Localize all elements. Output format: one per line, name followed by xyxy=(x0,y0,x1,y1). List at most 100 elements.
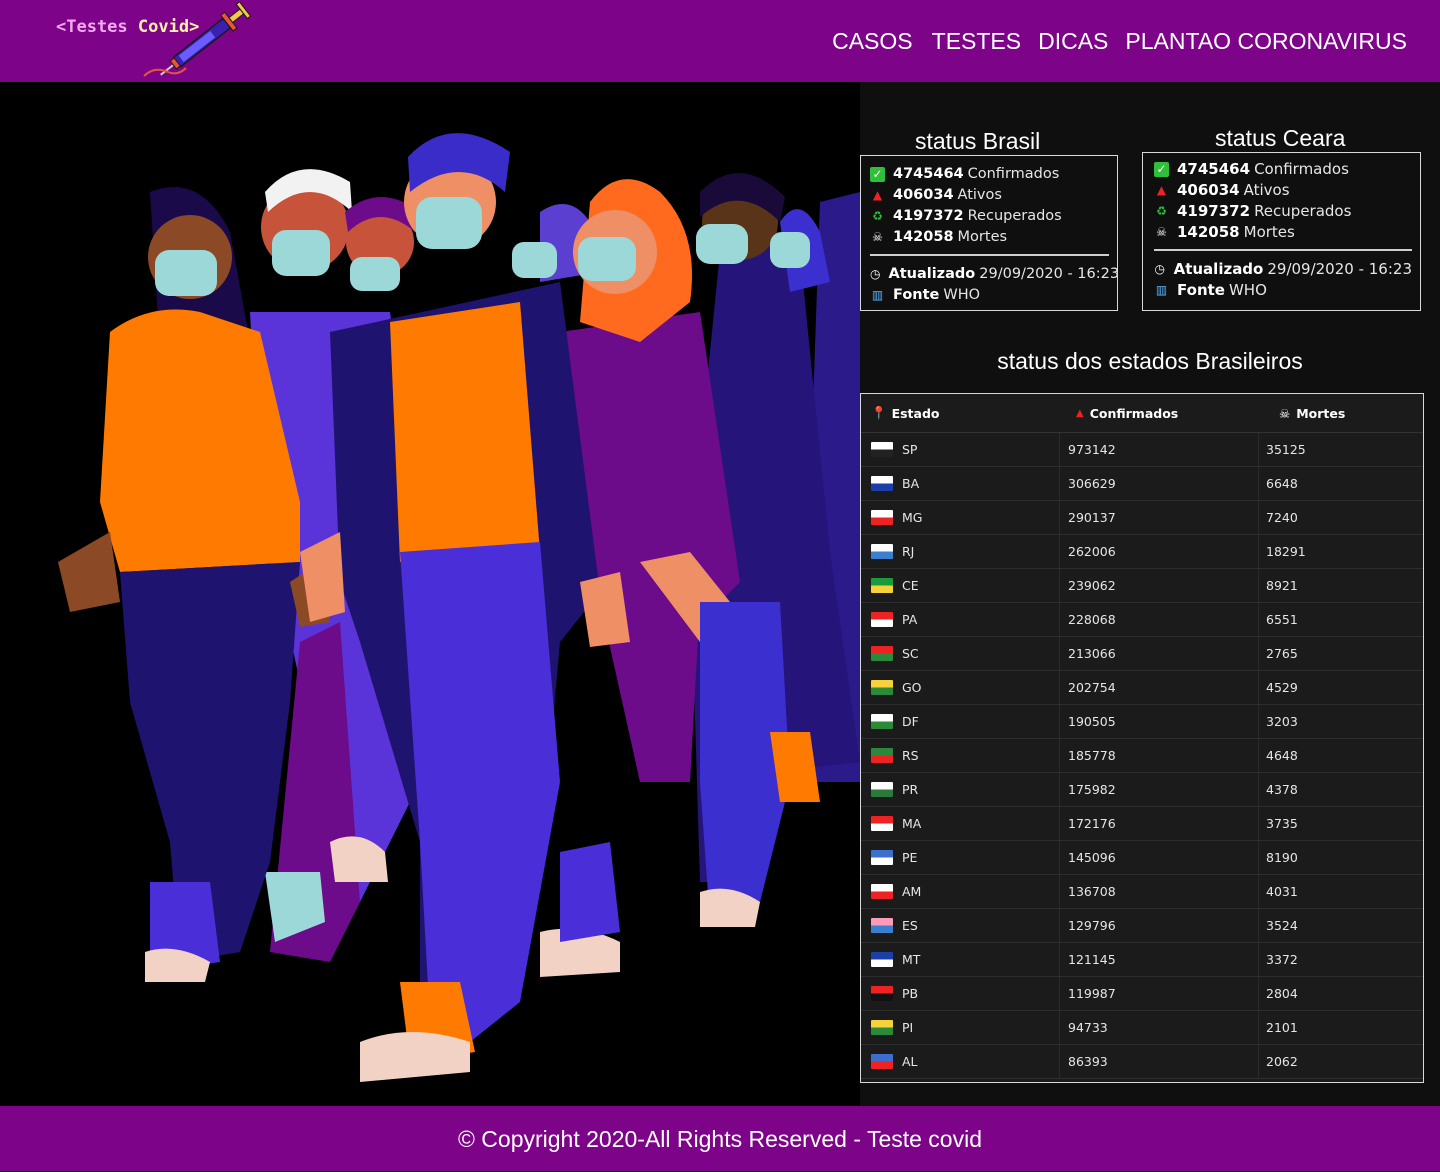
status-ceara-card: ✓ 4745464 Confirmados ▲ 406034 Ativos ♻ 41973… xyxy=(1142,152,1421,311)
table-row[interactable]: BA 306629 6648 xyxy=(861,467,1423,501)
confirmed-row: ✓ 4745464 Confirmados xyxy=(1154,159,1412,180)
deaths-cell: 3203 xyxy=(1266,714,1298,729)
deaths-cell: 18291 xyxy=(1266,544,1306,559)
state-code: SC xyxy=(902,646,919,661)
active-row: ▲ 406034 Ativos xyxy=(870,185,1109,206)
nav-link-plantao[interactable]: PLANTAO CORONAVIRUS xyxy=(1125,27,1407,55)
state-flag-icon xyxy=(871,612,893,627)
confirmed-cell: 228068 xyxy=(1060,603,1259,636)
crowd-masked-people-illustration xyxy=(58,133,860,1082)
deaths-cell: 2062 xyxy=(1266,1054,1298,1069)
deaths-cell: 4031 xyxy=(1266,884,1298,899)
table-row[interactable]: MG 290137 7240 xyxy=(861,501,1423,535)
deaths-cell: 4529 xyxy=(1266,680,1298,695)
divider xyxy=(870,254,1109,256)
table-row[interactable]: SP 973142 35125 xyxy=(861,433,1423,467)
table-row[interactable]: DF 190505 3203 xyxy=(861,705,1423,739)
state-code: PA xyxy=(902,612,918,627)
state-flag-icon xyxy=(871,680,893,695)
state-flag-icon xyxy=(871,646,893,661)
hero-illustration xyxy=(0,82,860,1106)
deaths-cell: 4648 xyxy=(1266,748,1298,763)
table-row[interactable]: CE 239062 8921 xyxy=(861,569,1423,603)
copyright-text: © Copyright 2020-All Rights Reserved - T… xyxy=(457,1126,983,1152)
state-code: GO xyxy=(902,680,922,695)
table-row[interactable]: SC 213066 2765 xyxy=(861,637,1423,671)
table-row[interactable]: PE 145096 8190 xyxy=(861,841,1423,875)
clock-icon: ◷ xyxy=(870,267,881,281)
site-logo[interactable]: <Testes Covid> xyxy=(56,2,266,78)
state-flag-icon xyxy=(871,442,893,457)
state-cell: PI xyxy=(861,1011,1060,1044)
table-row[interactable]: ES 129796 3524 xyxy=(861,909,1423,943)
state-cell: AL xyxy=(861,1045,1060,1078)
deaths-cell: 3735 xyxy=(1266,816,1298,831)
table-row[interactable]: PA 228068 6551 xyxy=(861,603,1423,637)
state-code: SP xyxy=(902,442,918,457)
bar-chart-icon: ▥ xyxy=(871,288,884,302)
state-flag-icon xyxy=(871,1054,893,1069)
state-flag-icon xyxy=(871,816,893,831)
state-cell: RJ xyxy=(861,535,1060,568)
status-panel: status Brasil status Ceara ✓ 4745464 Confi… xyxy=(860,82,1440,1106)
table-row[interactable]: PI 94733 2101 xyxy=(861,1011,1423,1045)
table-row[interactable]: MA 172176 3735 xyxy=(861,807,1423,841)
table-row[interactable]: PB 119987 2804 xyxy=(861,977,1423,1011)
table-row[interactable]: AM 136708 4031 xyxy=(861,875,1423,909)
header-confirmed[interactable]: ▲ Confirmados xyxy=(1060,394,1259,432)
state-flag-icon xyxy=(871,544,893,559)
states-table: 📍 Estado ▲ Confirmados ☠ Mortes SP 973142 351… xyxy=(860,393,1424,1083)
pin-icon: 📍 xyxy=(871,405,887,420)
header-state[interactable]: 📍 Estado xyxy=(861,394,1060,432)
state-code: MT xyxy=(902,952,921,967)
nav-link-casos[interactable]: CASOS xyxy=(832,27,913,55)
state-flag-icon xyxy=(871,1020,893,1035)
state-flag-icon xyxy=(871,714,893,729)
state-flag-icon xyxy=(871,510,893,525)
deaths-cell: 4378 xyxy=(1266,782,1298,797)
state-cell: DF xyxy=(861,705,1060,738)
table-row[interactable]: RS 185778 4648 xyxy=(861,739,1423,773)
siren-icon: ▲ xyxy=(872,188,883,202)
state-code: MA xyxy=(902,816,922,831)
table-row[interactable]: RJ 262006 18291 xyxy=(861,535,1423,569)
confirmed-cell: 213066 xyxy=(1060,637,1259,670)
state-cell: MA xyxy=(861,807,1060,840)
table-row[interactable]: GO 202754 4529 xyxy=(861,671,1423,705)
source-row: ▥ Fonte WHO xyxy=(871,287,981,303)
state-flag-icon xyxy=(871,918,893,933)
table-row[interactable]: AL 86393 2062 xyxy=(861,1045,1423,1079)
state-cell: PE xyxy=(861,841,1060,874)
state-flag-icon xyxy=(871,782,893,797)
skull-icon: ☠ xyxy=(1156,225,1167,239)
confirmed-cell: 129796 xyxy=(1060,909,1259,942)
deaths-cell: 2804 xyxy=(1266,986,1298,1001)
deaths-cell: 2765 xyxy=(1266,646,1298,661)
state-code: PR xyxy=(902,782,919,797)
check-icon: ✓ xyxy=(1154,162,1169,177)
state-code: PE xyxy=(902,850,918,865)
deaths-cell: 6648 xyxy=(1266,476,1298,491)
recycle-icon: ♻ xyxy=(872,209,883,223)
confirmed-cell: 94733 xyxy=(1060,1011,1259,1044)
state-code: CE xyxy=(902,578,919,593)
nav-link-dicas[interactable]: DICAS xyxy=(1038,27,1108,55)
confirmed-cell: 119987 xyxy=(1060,977,1259,1010)
deaths-cell: 35125 xyxy=(1266,442,1306,457)
nav-link-testes[interactable]: TESTES xyxy=(932,27,1021,55)
recovered-row: ♻ 4197372 Recuperados xyxy=(1154,201,1412,222)
deaths-row: ☠ 142058 Mortes xyxy=(1154,222,1412,243)
skull-icon: ☠ xyxy=(872,230,883,244)
confirmed-cell: 306629 xyxy=(1060,467,1259,500)
table-row[interactable]: PR 175982 4378 xyxy=(861,773,1423,807)
state-cell: ES xyxy=(861,909,1060,942)
updated-row: ◷ Atualizado 29/09/2020 - 16:23 xyxy=(1154,260,1412,278)
active-row: ▲ 406034 Ativos xyxy=(1154,180,1412,201)
state-cell: GO xyxy=(861,671,1060,704)
confirmed-cell: 190505 xyxy=(1060,705,1259,738)
table-header: 📍 Estado ▲ Confirmados ☠ Mortes xyxy=(861,394,1423,433)
state-flag-icon xyxy=(871,884,893,899)
table-row[interactable]: MT 121145 3372 xyxy=(861,943,1423,977)
header-deaths[interactable]: ☠ Mortes xyxy=(1259,394,1423,432)
state-cell: SC xyxy=(861,637,1060,670)
